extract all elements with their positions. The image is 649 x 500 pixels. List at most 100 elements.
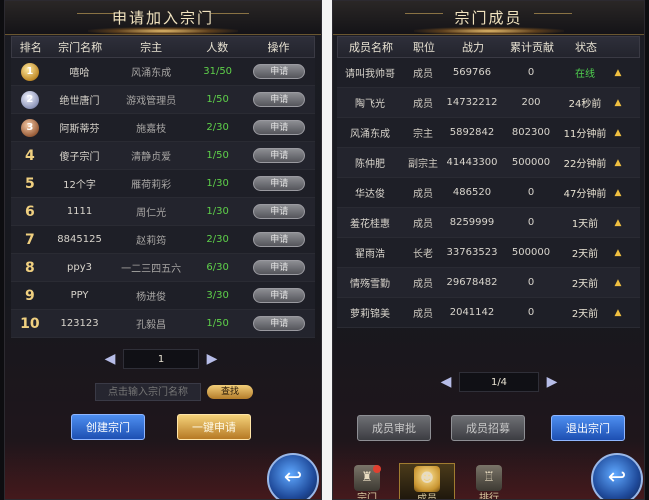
member-role: 成员 xyxy=(413,189,433,200)
quick-apply-button[interactable]: 一键申请 xyxy=(177,414,251,440)
rank-number: 6 xyxy=(25,203,35,220)
tab-ranking[interactable]: ♖ 排行 xyxy=(461,463,517,500)
table-row[interactable]: 萝莉锦美 成员 2041142 0 2天前 ▲ xyxy=(337,298,640,328)
member-contribution: 0 xyxy=(527,277,535,288)
guild-name: 绝世唐门 xyxy=(59,96,100,107)
guild-leader: 赵莉筠 xyxy=(136,236,167,247)
table-header: 成员名称 职位 战力 累计贡献 状态 xyxy=(337,36,640,58)
header-leader: 宗主 xyxy=(140,41,163,54)
rank-number: 4 xyxy=(25,147,35,164)
guild-search-input[interactable] xyxy=(95,383,201,401)
member-status: 11分钟前 xyxy=(563,129,607,140)
member-name: 陈仲肥 xyxy=(355,159,385,170)
member-recruit-button[interactable]: 成员招募 xyxy=(451,415,525,441)
next-page-arrow-icon[interactable]: ▶ xyxy=(205,351,219,367)
guild-leader: 游戏管理员 xyxy=(126,96,177,107)
member-name: 翟雨浩 xyxy=(355,249,385,260)
title-bar: 宗门成员 xyxy=(333,1,644,35)
header-guild-name: 宗门名称 xyxy=(58,41,103,54)
apply-button[interactable]: 申请 xyxy=(253,260,306,275)
member-name: 陶飞光 xyxy=(355,99,385,110)
panel-title: 宗门成员 xyxy=(454,9,523,27)
table-row[interactable]: 情殇雪勤 成员 29678482 0 2天前 ▲ xyxy=(337,268,640,298)
leave-guild-button[interactable]: 退出宗门 xyxy=(551,415,625,441)
table-body: 1 嘻哈 风涌东成 31/50 申请 2 绝世唐门 游戏管理员 1/50 申请 … xyxy=(11,58,315,338)
apply-button[interactable]: 申请 xyxy=(253,120,306,135)
table-body: 请叫我帅哥 成员 569766 0 在线 ▲ 陶飞光 成员 14732212 2… xyxy=(337,58,640,328)
expand-arrow-icon[interactable]: ▲ xyxy=(609,158,627,168)
return-arrow-icon[interactable]: ↩ xyxy=(591,453,643,499)
member-contribution: 500000 xyxy=(511,247,551,258)
member-name: 华达俊 xyxy=(355,189,385,200)
tab-guild[interactable]: ♜ 宗门 xyxy=(339,463,395,499)
member-name: 请叫我帅哥 xyxy=(345,69,395,80)
member-role: 成员 xyxy=(413,69,433,80)
title-glow xyxy=(88,27,238,35)
apply-button[interactable]: 申请 xyxy=(253,288,306,303)
prev-page-arrow-icon[interactable]: ◀ xyxy=(439,374,453,390)
guild-apply-panel: 申请加入宗门 排名 宗门名称 宗主 人数 操作 1 嘻哈 风涌东成 31/50 … xyxy=(4,0,322,500)
members-icon: ☻ xyxy=(414,466,440,492)
prev-page-arrow-icon[interactable]: ◀ xyxy=(103,351,117,367)
guild-search: 查找 xyxy=(95,383,253,401)
header-contribution: 累计贡献 xyxy=(510,41,554,54)
next-page-arrow-icon[interactable]: ▶ xyxy=(545,374,559,390)
header-status: 状态 xyxy=(575,41,597,54)
expand-arrow-icon[interactable]: ▲ xyxy=(609,128,627,138)
guild-members-panel: 宗门成员 成员名称 职位 战力 累计贡献 状态 请叫我帅哥 成员 569766 … xyxy=(332,0,645,500)
member-role: 副宗主 xyxy=(408,159,438,170)
table-row[interactable]: 陶飞光 成员 14732212 200 24秒前 ▲ xyxy=(337,88,640,118)
member-count: 1/30 xyxy=(206,178,229,189)
table-row[interactable]: 风涌东成 宗主 5892842 802300 11分钟前 ▲ xyxy=(337,118,640,148)
member-count: 1/50 xyxy=(206,94,229,105)
tab-members[interactable]: ☻ 成员 xyxy=(399,463,455,500)
expand-arrow-icon[interactable]: ▲ xyxy=(609,98,627,108)
expand-arrow-icon[interactable]: ▲ xyxy=(609,278,627,288)
table-row[interactable]: 陈仲肥 副宗主 41443300 500000 22分钟前 ▲ xyxy=(337,148,640,178)
apply-button[interactable]: 申请 xyxy=(253,232,306,247)
member-role: 成员 xyxy=(413,99,433,110)
member-power: 29678482 xyxy=(446,277,498,288)
guild-name: PPY xyxy=(70,290,89,301)
expand-arrow-icon[interactable]: ▲ xyxy=(609,188,627,198)
return-arrow-icon[interactable]: ↩ xyxy=(267,453,319,499)
apply-button[interactable]: 申请 xyxy=(253,64,306,79)
header-role: 职位 xyxy=(413,41,435,54)
tab-label: 成员 xyxy=(417,494,437,500)
search-button[interactable]: 查找 xyxy=(207,385,253,399)
apply-button[interactable]: 申请 xyxy=(253,176,306,191)
guild-leader: 孔毅昌 xyxy=(136,320,167,331)
member-role: 宗主 xyxy=(413,129,433,140)
title-glow xyxy=(413,27,564,35)
panel-title: 申请加入宗门 xyxy=(111,9,214,27)
member-power: 5892842 xyxy=(449,127,495,138)
expand-arrow-icon[interactable]: ▲ xyxy=(609,68,627,78)
expand-arrow-icon[interactable]: ▲ xyxy=(609,218,627,228)
table-row[interactable]: 请叫我帅哥 成员 569766 0 在线 ▲ xyxy=(337,58,640,88)
screenshot-divider xyxy=(322,0,332,500)
header-member-name: 成员名称 xyxy=(349,41,393,54)
apply-button[interactable]: 申请 xyxy=(253,316,306,331)
member-contribution: 802300 xyxy=(511,127,551,138)
member-contribution: 0 xyxy=(527,187,535,198)
page-number: 1/4 xyxy=(459,372,539,392)
expand-arrow-icon[interactable]: ▲ xyxy=(609,248,627,258)
apply-button[interactable]: 申请 xyxy=(253,148,306,163)
table-row[interactable]: 华达俊 成员 486520 0 47分钟前 ▲ xyxy=(337,178,640,208)
member-contribution: 0 xyxy=(527,217,535,228)
title-ornament-left xyxy=(405,13,443,14)
member-role: 成员 xyxy=(413,219,433,230)
expand-arrow-icon[interactable]: ▲ xyxy=(609,308,627,318)
table-row: 4 傻子宗门 清静贞爱 1/50 申请 xyxy=(11,142,315,170)
guild-name: 嘻哈 xyxy=(69,68,90,79)
guild-leader: 周仁光 xyxy=(136,208,167,219)
table-row[interactable]: 翟雨浩 长老 33763523 500000 2天前 ▲ xyxy=(337,238,640,268)
table-row[interactable]: 羞花桂惠 成员 8259999 0 1天前 ▲ xyxy=(337,208,640,238)
apply-button[interactable]: 申请 xyxy=(253,92,306,107)
member-power: 2041142 xyxy=(449,307,495,318)
member-review-button[interactable]: 成员审批 xyxy=(357,415,431,441)
member-count: 3/30 xyxy=(206,290,229,301)
create-guild-button[interactable]: 创建宗门 xyxy=(71,414,145,440)
tab-label: 排行 xyxy=(479,493,499,500)
apply-button[interactable]: 申请 xyxy=(253,204,306,219)
